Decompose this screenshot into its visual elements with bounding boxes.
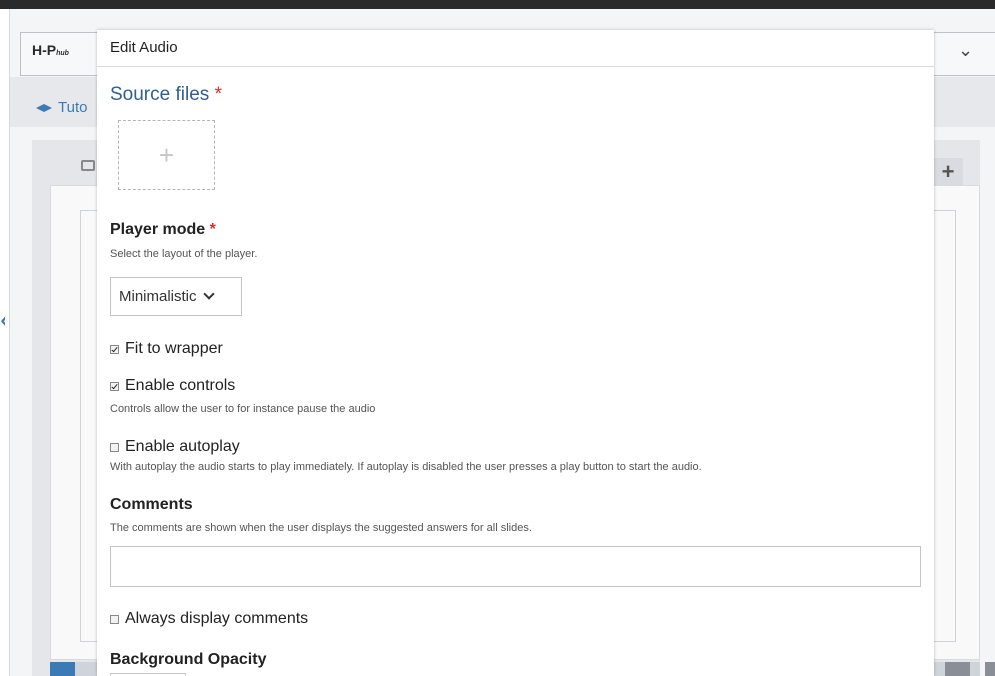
player-mode-label: Player mode * bbox=[110, 221, 216, 238]
enable-autoplay-description: With autoplay the audio starts to play i… bbox=[110, 461, 702, 473]
h5p-logo: H-Phub bbox=[32, 42, 69, 58]
nav-button-search[interactable] bbox=[945, 662, 970, 676]
enable-controls-description: Controls allow the user to for instance … bbox=[110, 403, 376, 415]
add-slide-button[interactable]: + bbox=[933, 158, 963, 186]
slide-icon[interactable] bbox=[81, 160, 95, 171]
dialog-title: Edit Audio bbox=[97, 30, 934, 67]
browser-top-bar bbox=[0, 0, 995, 9]
graduation-cap-icon bbox=[36, 104, 52, 113]
enable-autoplay-checkbox[interactable] bbox=[110, 442, 119, 452]
comments-description: The comments are shown when the user dis… bbox=[110, 522, 532, 534]
enable-controls-row[interactable]: Enable controls bbox=[110, 377, 235, 395]
comments-label: Comments bbox=[110, 496, 193, 513]
enable-controls-checkbox[interactable] bbox=[110, 381, 119, 391]
source-files-label: Source files * bbox=[110, 84, 222, 105]
nav-button-more[interactable] bbox=[985, 662, 995, 676]
chevron-down-icon bbox=[202, 288, 215, 300]
fit-to-wrapper-row[interactable]: Fit to wrapper bbox=[110, 340, 223, 358]
always-display-comments-row[interactable]: Always display comments bbox=[110, 610, 308, 628]
tutorial-link[interactable]: Tuto bbox=[36, 99, 87, 116]
player-mode-description: Select the layout of the player. bbox=[110, 248, 258, 260]
add-file-button[interactable]: + bbox=[118, 120, 215, 190]
fit-to-wrapper-checkbox[interactable] bbox=[110, 344, 119, 354]
player-mode-select[interactable]: Minimalistic bbox=[110, 277, 242, 316]
always-display-comments-checkbox[interactable] bbox=[110, 614, 119, 624]
enable-autoplay-row[interactable]: Enable autoplay bbox=[110, 438, 240, 456]
chevron-down-icon[interactable]: ⌄ bbox=[958, 40, 973, 61]
left-edge-arrow-icon: ‹ bbox=[0, 300, 5, 340]
nav-button-active[interactable] bbox=[50, 662, 75, 676]
edit-audio-dialog: Edit Audio Source files * + Player mode … bbox=[97, 30, 934, 676]
comments-input[interactable] bbox=[110, 546, 921, 587]
background-opacity-label: Background Opacity bbox=[110, 651, 267, 668]
required-mark: * bbox=[214, 84, 222, 105]
